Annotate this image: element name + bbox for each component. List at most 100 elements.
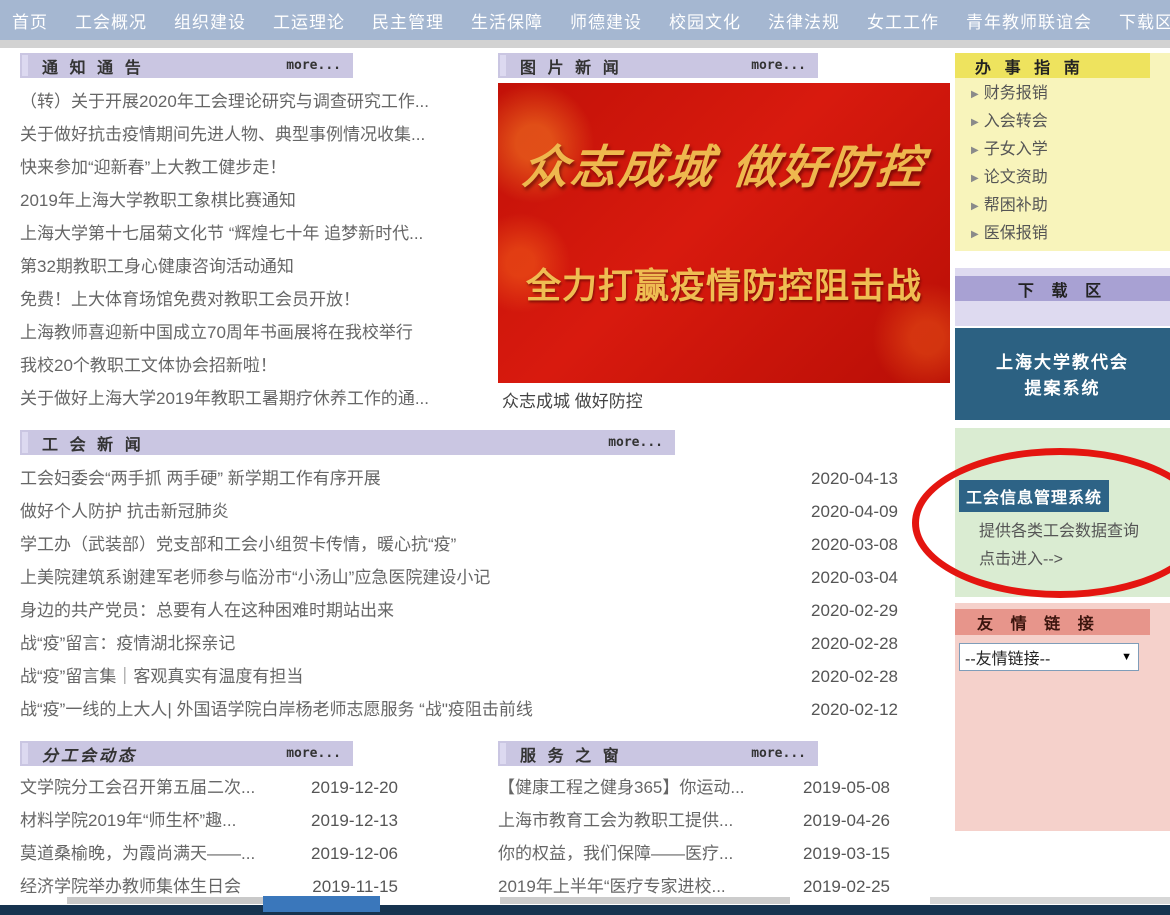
triangle-bullet-icon: ▶	[971, 201, 979, 212]
news-link[interactable]: 战“疫”留言：疫情湖北探亲记	[20, 627, 811, 660]
proposal-system-line2: 提案系统	[955, 376, 1170, 402]
news-link[interactable]: 战“疫”一线的上大人| 外国语学院白岸杨老师志愿服务 “战"疫阻击前线	[20, 693, 811, 726]
news-link[interactable]: 文学院分工会召开第五届二次...	[20, 771, 311, 804]
union-news-header: 工 会 新 闻 more...	[20, 430, 675, 455]
nav-item-life-security[interactable]: 生活保障	[471, 8, 543, 33]
news-row: 上美院建筑系谢建军老师参与临汾市“小汤山”应急医院建设小记 2020-03-04	[20, 561, 898, 594]
news-date: 2019-05-08	[803, 771, 890, 804]
nav-item-campus-culture[interactable]: 校园文化	[669, 8, 741, 33]
guide-item-membership-transfer[interactable]: ▶入会转会	[955, 108, 1170, 136]
info-system-box: 工会信息管理系统 提供各类工会数据查询 点击进入-->	[955, 428, 1170, 597]
news-date: 2020-02-28	[811, 627, 898, 660]
news-link[interactable]: 战“疫”留言集｜客观真实有温度有担当	[20, 660, 811, 693]
news-date: 2019-04-26	[803, 804, 890, 837]
news-link[interactable]: 身边的共产党员：总要有人在这种困难时期站出来	[20, 594, 811, 627]
info-system-desc: 提供各类工会数据查询 点击进入-->	[979, 518, 1139, 574]
news-link[interactable]: 学工办（武装部）党支部和工会小组贺卡传情，暖心抗“疫”	[20, 528, 811, 561]
news-link[interactable]: 【健康工程之健身365】你运动...	[498, 771, 803, 804]
clipped-text-fragment	[500, 897, 790, 904]
nav-item-home[interactable]: 首页	[12, 8, 48, 33]
news-link[interactable]: 工会妇委会“两手抓 两手硬” 新学期工作有序开展	[20, 462, 811, 495]
news-link[interactable]: 材料学院2019年“师生杯”趣...	[20, 804, 311, 837]
notice-item[interactable]: 关于做好抗击疫情期间先进人物、典型事例情况收集...	[20, 118, 490, 151]
notices-list: （转）关于开展2020年工会理论研究与调查研究工作... 关于做好抗击疫情期间先…	[20, 85, 490, 415]
news-row: 工会妇委会“两手抓 两手硬” 新学期工作有序开展 2020-04-13	[20, 462, 898, 495]
nav-item-youth-association[interactable]: 青年教师联谊会	[966, 8, 1092, 33]
service-guide-header: 办 事 指 南	[955, 53, 1150, 78]
notice-item[interactable]: 上海大学第十七届菊文化节 “辉煌七十年 追梦新时代...	[20, 217, 490, 250]
triangle-bullet-icon: ▶	[971, 229, 979, 240]
guide-item-medical-reimburse[interactable]: ▶医保报销	[955, 220, 1170, 248]
service-window-header: 服 务 之 窗 more...	[498, 741, 818, 766]
guide-item-finance-reimburse[interactable]: ▶财务报销	[955, 80, 1170, 108]
nav-item-democratic-mgmt[interactable]: 民主管理	[372, 8, 444, 33]
nav-divider	[0, 40, 1170, 48]
branch-news-list: 文学院分工会召开第五届二次... 2019-12-20 材料学院2019年“师生…	[20, 771, 398, 903]
notices-more-link[interactable]: more...	[286, 58, 341, 73]
service-window-more-link[interactable]: more...	[751, 746, 806, 761]
news-date: 2020-02-12	[811, 693, 898, 726]
news-row: 上海市教育工会为教职工提供... 2019-04-26	[498, 804, 890, 837]
news-link[interactable]: 你的权益，我们保障——医疗...	[498, 837, 803, 870]
triangle-bullet-icon: ▶	[971, 173, 979, 184]
branch-news-more-link[interactable]: more...	[286, 746, 341, 761]
friend-links-selected-value: --友情链接--	[965, 645, 1050, 669]
notice-item[interactable]: 上海教师喜迎新中国成立70周年书画展将在我校举行	[20, 316, 490, 349]
union-news-more-link[interactable]: more...	[608, 435, 663, 450]
nav-item-women-work[interactable]: 女工工作	[867, 8, 939, 33]
branch-news-header: 分工会动态 more...	[20, 741, 353, 766]
notices-header: 通 知 通 告 more...	[20, 53, 353, 78]
news-link[interactable]: 做好个人防护 抗击新冠肺炎	[20, 495, 811, 528]
banner-slogan-line1: 众志成城 做好防控	[498, 131, 950, 197]
notice-item[interactable]: 2019年上海大学教职工象棋比赛通知	[20, 184, 490, 217]
download-zone-header[interactable]: 下 载 区	[955, 276, 1170, 301]
notice-item[interactable]: 我校20个教职工文体协会招新啦！	[20, 349, 490, 382]
proposal-system-banner[interactable]: 上海大学教代会 提案系统	[955, 328, 1170, 420]
friend-links-box: 友 情 链 接 --友情链接-- ▼	[955, 603, 1170, 831]
photo-news-more-link[interactable]: more...	[751, 58, 806, 73]
nav-item-organization[interactable]: 组织建设	[174, 8, 246, 33]
photo-news-title: 图 片 新 闻	[520, 54, 622, 78]
download-zone-box: 下 载 区	[955, 268, 1170, 326]
notice-item[interactable]: 关于做好上海大学2019年教职工暑期疗休养工作的通...	[20, 382, 490, 415]
notice-item[interactable]: 第32期教职工身心健康咨询活动通知	[20, 250, 490, 283]
guide-item-hardship-subsidy[interactable]: ▶帮困补助	[955, 192, 1170, 220]
caret-down-icon: ▼	[1121, 651, 1132, 663]
friend-links-select[interactable]: --友情链接-- ▼	[959, 643, 1139, 671]
news-date: 2019-03-15	[803, 837, 890, 870]
clipped-selected-text-fragment	[263, 896, 380, 912]
news-link[interactable]: 上海市教育工会为教职工提供...	[498, 804, 803, 837]
union-news-title: 工 会 新 闻	[42, 431, 144, 455]
news-link[interactable]: 上美院建筑系谢建军老师参与临汾市“小汤山”应急医院建设小记	[20, 561, 811, 594]
notice-item[interactable]: 快来参加“迎新春”上大教工健步走！	[20, 151, 490, 184]
guide-item-paper-funding[interactable]: ▶论文资助	[955, 164, 1170, 192]
nav-item-labor-theory[interactable]: 工运理论	[273, 8, 345, 33]
news-date: 2020-02-28	[811, 660, 898, 693]
service-guide-box: 办 事 指 南 ▶财务报销 ▶入会转会 ▶子女入学 ▶论文资助 ▶帮困补助 ▶医…	[955, 53, 1170, 251]
triangle-bullet-icon: ▶	[971, 89, 979, 100]
nav-item-union-overview[interactable]: 工会概况	[75, 8, 147, 33]
news-date: 2019-02-25	[803, 870, 890, 903]
proposal-system-line1: 上海大学教代会	[955, 350, 1170, 376]
notice-item[interactable]: （转）关于开展2020年工会理论研究与调查研究工作...	[20, 85, 490, 118]
nav-item-laws[interactable]: 法律法规	[768, 8, 840, 33]
nav-item-teacher-ethics[interactable]: 师德建设	[570, 8, 642, 33]
info-system-title[interactable]: 工会信息管理系统	[959, 480, 1109, 512]
triangle-bullet-icon: ▶	[971, 145, 979, 156]
photo-news-caption[interactable]: 众志成城 做好防控	[502, 387, 643, 412]
top-navbar: 首页 工会概况 组织建设 工运理论 民主管理 生活保障 师德建设 校园文化 法律…	[0, 0, 1170, 40]
clipped-text-fragment	[930, 897, 1170, 904]
news-link[interactable]: 莫道桑榆晚，为霞尚满天——...	[20, 837, 311, 870]
news-row: 【健康工程之健身365】你运动... 2019-05-08	[498, 771, 890, 804]
news-row: 战“疫”留言集｜客观真实有温度有担当 2020-02-28	[20, 660, 898, 693]
notice-item[interactable]: 免费！上大体育场馆免费对教职工会员开放！	[20, 283, 490, 316]
info-system-enter-link[interactable]: 点击进入-->	[979, 546, 1139, 574]
guide-item-children-enrollment[interactable]: ▶子女入学	[955, 136, 1170, 164]
photo-news-banner[interactable]: 众志成城 做好防控 全力打赢疫情防控阻击战	[498, 83, 950, 383]
news-row: 做好个人防护 抗击新冠肺炎 2020-04-09	[20, 495, 898, 528]
nav-item-download-zone[interactable]: 下载区	[1119, 8, 1170, 33]
page-root: 首页 工会概况 组织建设 工运理论 民主管理 生活保障 师德建设 校园文化 法律…	[0, 0, 1170, 915]
bottom-bar	[0, 905, 1170, 915]
union-news-list: 工会妇委会“两手抓 两手硬” 新学期工作有序开展 2020-04-13 做好个人…	[20, 462, 898, 726]
news-row: 你的权益，我们保障——医疗... 2019-03-15	[498, 837, 890, 870]
